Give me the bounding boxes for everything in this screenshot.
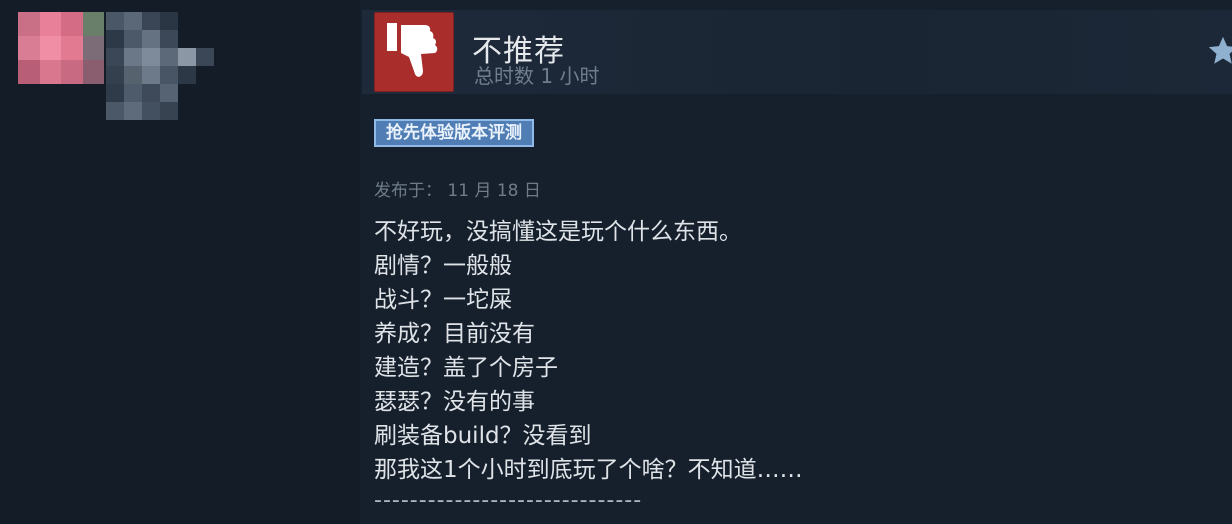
review-line: 刷装备build？没看到 — [374, 423, 592, 449]
thumbs-down-icon — [387, 23, 438, 77]
review-line: 那我这1个小时到底玩了个啥？不知道…… — [374, 457, 803, 483]
early-access-badge: 抢先体验版本评测 — [374, 119, 534, 147]
posted-date: 发布于： 11 月 18 日 — [374, 181, 541, 201]
thumbs-down-badge — [374, 12, 454, 92]
review-line: 瑟瑟？没有的事 — [374, 389, 535, 415]
star-icon[interactable] — [1206, 34, 1232, 68]
username[interactable] — [106, 12, 236, 120]
review-header[interactable]: 不推荐 总时数 1 小时 — [362, 10, 1232, 94]
review-line: 战斗？一坨屎 — [374, 287, 512, 313]
review-body: 不好玩，没搞懂这是玩个什么东西。 剧情？一般般 战斗？一坨屎 养成？目前没有 建… — [374, 215, 1174, 487]
review-line: 养成？目前没有 — [374, 321, 535, 347]
review-line: 剧情？一般般 — [374, 253, 512, 279]
avatar[interactable] — [18, 12, 104, 84]
text-divider: ------------------------------ — [374, 488, 643, 513]
review-line: 不好玩，没搞懂这是玩个什么东西。 — [374, 219, 742, 245]
reviewer-panel — [0, 0, 360, 524]
hours-played: 总时数 1 小时 — [474, 64, 600, 88]
review-line: 建造？盖了个房子 — [374, 355, 558, 381]
